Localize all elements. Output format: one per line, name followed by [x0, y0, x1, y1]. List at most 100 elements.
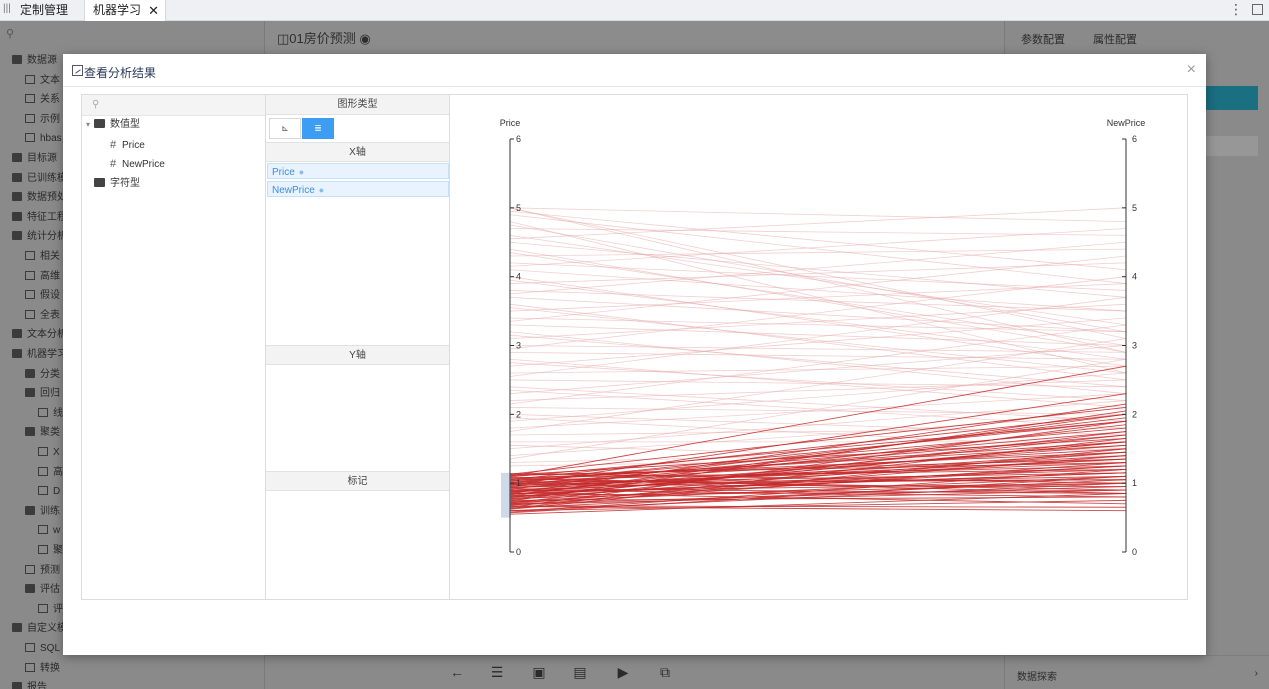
save-icon[interactable]: ▣ [530, 664, 548, 681]
list-icon[interactable]: ☰ [488, 664, 506, 681]
sidebar-item[interactable]: 全表 [25, 307, 60, 325]
run-icon[interactable]: ▶ [614, 664, 632, 681]
sidebar-item[interactable]: 数据预处 [12, 189, 67, 207]
x-axis-chip-newprice[interactable]: NewPrice ● [267, 181, 449, 197]
sidebar-item-label: 自定义模 [27, 623, 67, 635]
tab-parameter-config[interactable]: 参数配置 [1021, 31, 1065, 47]
sidebar-item[interactable]: w [38, 522, 60, 540]
sidebar-item[interactable]: 示例 [25, 111, 60, 129]
sidebar-item[interactable]: 训练 [25, 503, 60, 521]
sidebar-item-label: 机器学习 [27, 349, 67, 360]
sidebar-item[interactable]: 分类 [25, 366, 60, 384]
folder-icon [12, 682, 22, 689]
file-icon [38, 447, 48, 456]
group-string[interactable]: 字符型 [94, 175, 140, 193]
marks-header: 标记 [266, 471, 449, 491]
back-arrow-icon[interactable]: ← [448, 664, 466, 680]
sidebar-item[interactable]: 机器学习 [12, 346, 67, 364]
folder-icon [94, 178, 105, 187]
sidebar-item-label: 评估 [40, 584, 60, 596]
tick-label: 5 [516, 203, 521, 213]
primary-button[interactable] [1205, 86, 1258, 110]
faded-series-line [509, 307, 1127, 374]
field-panel: ⚲ ▾ 数值型 # Price # NewPrice 字符型 [82, 95, 266, 599]
file-icon [38, 603, 48, 613]
sidebar-item-label: 文本 [40, 74, 60, 86]
sidebar-item[interactable]: SQL [25, 640, 60, 658]
parallel-coordinates-chart[interactable]: 0 1 2 3 4 5 6 Price 0 1 2 3 4 5 6 NewPrice [450, 95, 1187, 599]
maximize-icon[interactable] [1252, 4, 1263, 15]
sidebar-item[interactable]: 已训练模 [12, 170, 67, 188]
sidebar-item[interactable]: 高 [38, 464, 63, 482]
status-icon: ◉ [359, 31, 371, 46]
sidebar-item[interactable]: 线 [38, 405, 63, 423]
faded-series-line [509, 345, 1127, 353]
remove-icon[interactable]: ● [299, 167, 304, 177]
folder-icon [25, 584, 35, 594]
kebab-icon[interactable]: ⋮ [1229, 1, 1243, 18]
sidebar-item-label: 训练 [40, 505, 60, 517]
sidebar-item[interactable]: 报告 [12, 679, 47, 689]
sidebar-item[interactable]: 目标源 [12, 150, 57, 168]
sidebar-item[interactable]: X [38, 444, 60, 462]
sidebar-item-label: hbas [40, 133, 62, 145]
sidebar-item[interactable]: 评 [38, 601, 63, 619]
file-icon [25, 251, 35, 260]
data-explore-footer[interactable]: 数据探索 › [1005, 655, 1269, 689]
field-price[interactable]: # Price [110, 136, 145, 154]
document-icon: ◫ [277, 31, 290, 46]
close-icon[interactable]: × [1187, 61, 1196, 79]
faded-series-line [509, 207, 1127, 222]
file-icon [38, 545, 48, 554]
sidebar-item[interactable]: 相关 [25, 248, 60, 266]
tick-label: 1 [516, 478, 521, 488]
field-search-input[interactable]: ⚲ [82, 95, 265, 116]
sidebar-item[interactable]: 评估 [25, 581, 60, 599]
sidebar-item[interactable]: 转换 [25, 660, 60, 678]
search-icon: ⚲ [92, 99, 100, 110]
field-newprice[interactable]: # NewPrice [110, 155, 165, 173]
sidebar-item[interactable]: 回归 [25, 385, 60, 403]
tick-label: 2 [516, 409, 521, 419]
x-axis-chip-price[interactable]: Price ● [267, 163, 449, 179]
tab-machine-learning[interactable]: 机器学习 ✕ [84, 0, 167, 21]
sidebar-item[interactable]: 关系 [25, 91, 60, 109]
file-icon [25, 662, 35, 672]
search-icon[interactable]: ⚲ [6, 27, 14, 40]
folder-icon [25, 368, 35, 378]
sidebar-item[interactable]: 统计分析 [12, 228, 67, 246]
folder-icon [12, 172, 22, 182]
sidebar-item[interactable]: 聚类 [25, 424, 60, 442]
sidebar-item-label: 分类 [40, 368, 60, 380]
sidebar-item[interactable]: 文本 [25, 72, 60, 90]
faded-series-line [509, 276, 1127, 350]
sidebar-item[interactable]: hbas [25, 130, 62, 148]
file-icon [38, 466, 48, 476]
data-explore-label: 数据探索 [1017, 672, 1057, 683]
remove-icon[interactable]: ● [319, 185, 324, 195]
group-numeric[interactable]: ▾ 数值型 [86, 116, 140, 134]
config-panel: 图形类型 ⊾ ≣ X轴 Price ● NewPrice ● Y轴 标记 [266, 95, 450, 599]
scatter-chart-button[interactable]: ⊾ [269, 118, 301, 139]
tab-custom-management[interactable]: 定制管理 [12, 0, 76, 21]
sidebar-item[interactable]: 数据源 [12, 52, 57, 70]
sidebar-item[interactable]: 自定义模 [12, 620, 67, 638]
sidebar-item-label: w [53, 525, 61, 537]
save-as-icon[interactable]: ▤ [571, 664, 589, 681]
faded-series-line [509, 296, 1127, 333]
sidebar-item[interactable]: 特征工程 [12, 209, 67, 227]
faded-series-line [509, 365, 1127, 374]
parallel-coordinates-button[interactable]: ≣ [302, 118, 334, 139]
sidebar-item[interactable]: 高维 [25, 268, 60, 286]
folder-icon [12, 231, 22, 241]
sidebar-item[interactable]: 预测 [25, 562, 60, 580]
tab-property-config[interactable]: 属性配置 [1093, 31, 1137, 47]
sidebar-item[interactable]: 文本分析 [12, 326, 67, 344]
sidebar-item[interactable]: 聚 [38, 542, 63, 560]
export-icon[interactable]: ⧉ [656, 664, 674, 681]
config-field[interactable] [1205, 136, 1258, 156]
close-icon[interactable]: ✕ [148, 0, 159, 21]
sidebar-item[interactable]: 假设 [25, 287, 60, 305]
sidebar-item[interactable]: D [38, 483, 60, 501]
chart-icon [72, 65, 83, 76]
